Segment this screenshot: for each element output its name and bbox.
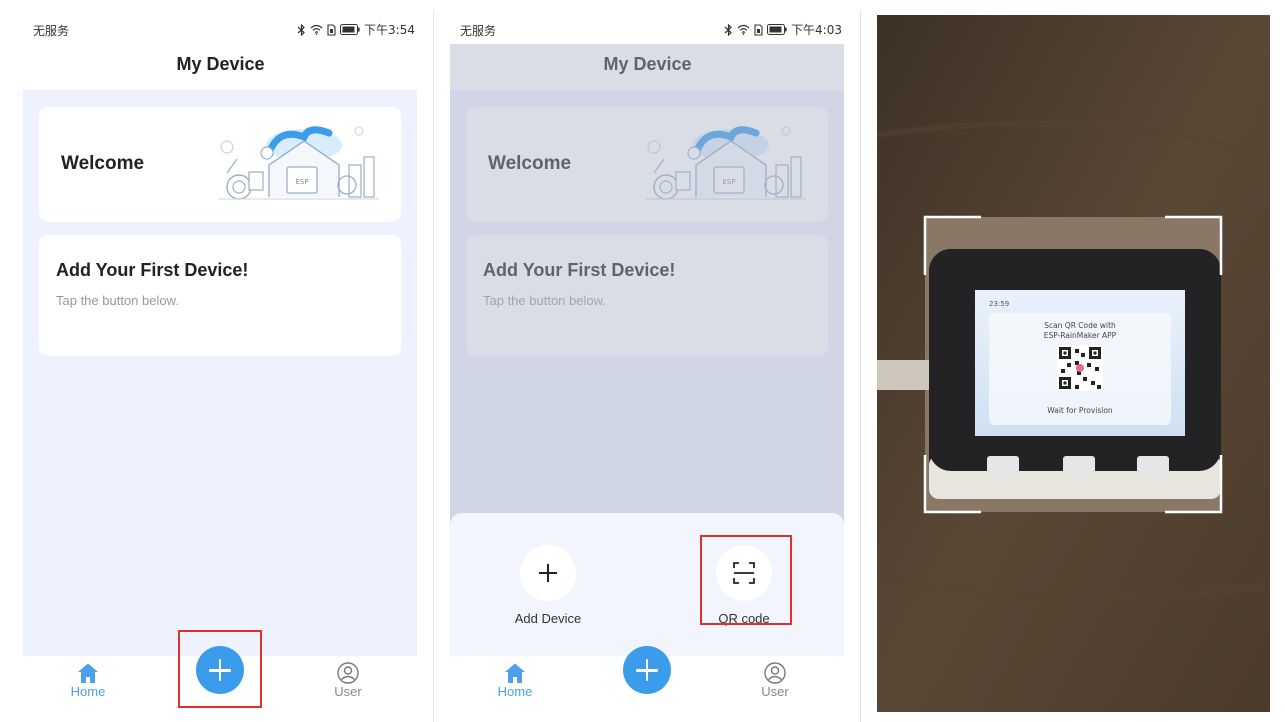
nav-home[interactable]: Home [480, 662, 550, 699]
battery-icon [340, 24, 360, 35]
device-screen-footer: Wait for Provision [1047, 406, 1113, 415]
carrier-text: 无服务 [33, 24, 70, 38]
add-first-device-card: Add Your First Device! Tap the button be… [39, 235, 401, 356]
device-screen-line2: ESP-RainMaker APP [1044, 331, 1117, 340]
nav-user[interactable]: User [313, 662, 383, 699]
panel-divider [860, 10, 861, 722]
device-screen-time: 23:59 [989, 300, 1009, 308]
app-screen-home: 无服务 下午3:54 My Device Welcome ESP Add You… [8, 10, 433, 722]
clock-text: 下午4:03 [791, 23, 842, 37]
smart-home-illustration-icon: ESP [219, 126, 379, 200]
add-device-fab[interactable] [623, 646, 671, 694]
nav-home[interactable]: Home [53, 662, 123, 699]
status-bar: 无服务 下午4:03 [435, 10, 860, 44]
home-icon [78, 663, 98, 683]
highlight-box-add-button [178, 630, 262, 708]
bottom-nav: Home User [450, 646, 844, 718]
add-device-circle [520, 545, 576, 601]
plus-icon [539, 564, 557, 582]
nav-user-label: User [334, 684, 362, 699]
user-icon [337, 662, 359, 684]
device-list-area: Welcome ESP Add Your First Device! Tap t… [23, 90, 417, 656]
add-device-label: Add Device [514, 611, 582, 626]
carrier-text: 无服务 [460, 24, 497, 38]
welcome-text: Welcome [61, 153, 145, 174]
sim-icon [327, 23, 336, 36]
battery-icon [767, 24, 787, 35]
device-qr-code [1057, 345, 1103, 391]
highlight-box-qr-option [700, 535, 792, 625]
status-bar: 无服务 下午3:54 [8, 10, 433, 44]
qr-scan-camera-view: 23:59 Scan QR Code with ESP-RainMaker AP… [877, 15, 1270, 712]
nav-user[interactable]: User [740, 662, 810, 699]
device-screen-line1: Scan QR Code with [1044, 321, 1116, 330]
home-icon [505, 663, 525, 683]
app-header: My Device [8, 44, 433, 88]
page-title: My Device [176, 54, 265, 74]
nav-home-label: Home [70, 684, 106, 699]
wifi-icon [310, 24, 323, 35]
welcome-card: Welcome ESP [39, 107, 401, 222]
add-device-option[interactable]: Add Device [493, 545, 603, 626]
wifi-icon [737, 24, 750, 35]
nav-home-label: Home [497, 684, 533, 699]
nav-user-label: User [761, 684, 789, 699]
clock-text: 下午3:54 [364, 23, 415, 37]
first-device-subtitle: Tap the button below. [56, 293, 179, 308]
chip-label: ESP [295, 178, 308, 186]
status-icons: 下午4:03 [724, 21, 842, 38]
bluetooth-icon [297, 23, 305, 36]
user-icon [764, 662, 786, 684]
panel-divider [433, 10, 434, 722]
sim-icon [754, 23, 763, 36]
status-icons: 下午3:54 [297, 21, 415, 38]
bluetooth-icon [724, 23, 732, 36]
first-device-title: Add Your First Device! [56, 260, 249, 280]
camera-photo-scene: 23:59 Scan QR Code with ESP-RainMaker AP… [877, 15, 1270, 712]
app-screen-add-sheet: 无服务 下午4:03 My Device Welcome ESP Add You… [435, 10, 860, 722]
